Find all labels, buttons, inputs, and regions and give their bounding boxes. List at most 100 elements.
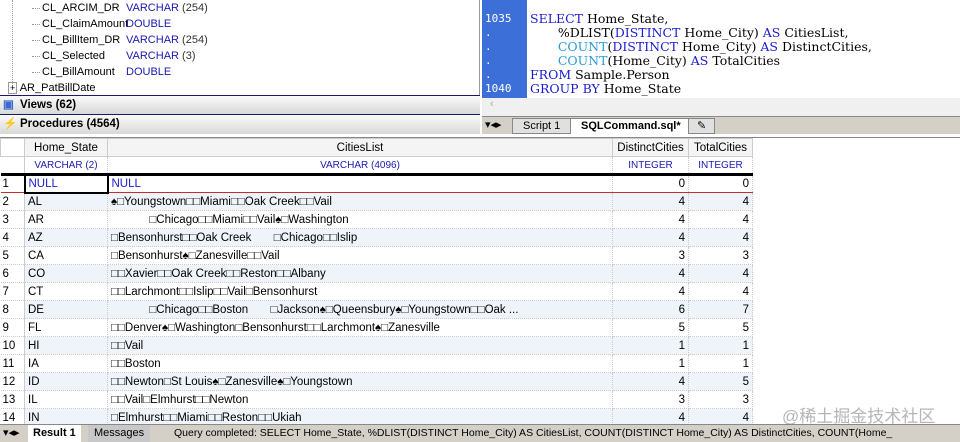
line-number: . xyxy=(485,26,492,39)
table-cell[interactable]: □□Vail xyxy=(107,336,613,355)
table-cell[interactable]: AR xyxy=(24,210,108,229)
table-cell[interactable]: IA xyxy=(24,354,108,373)
column-header[interactable]: TotalCities xyxy=(688,138,753,157)
table-cell[interactable]: 4 xyxy=(688,210,753,229)
tab-messages[interactable]: Messages xyxy=(88,425,151,442)
tree-connector xyxy=(32,8,40,9)
table-cell[interactable]: 1 xyxy=(688,354,753,373)
table-row[interactable]: 12 ID □□Newton□St Louis♠□Zanesville♠□Young… xyxy=(0,372,753,391)
tab-nav-arrows[interactable]: ▾◂▸ xyxy=(485,118,502,131)
table-row[interactable]: 9 FL □□Denver♠□Washington□Bensonhurst□□Lar… xyxy=(0,318,753,337)
table-cell[interactable]: AZ xyxy=(24,228,108,247)
result-nav-arrows[interactable]: ▾◂▸ xyxy=(3,425,20,442)
tree-column-item[interactable]: CL_ARCIM_DR VARCHAR (254) xyxy=(0,0,480,16)
table-cell[interactable]: 5 xyxy=(612,318,689,337)
table-cell[interactable]: DE xyxy=(24,300,108,319)
table-cell[interactable]: □□Vail□Elmhurst□□Newton xyxy=(107,390,613,409)
table-row[interactable]: 10 HI □□Vail 1 1 xyxy=(0,336,753,355)
row-number: 10 xyxy=(0,336,25,355)
table-row[interactable]: 11 IA □□Boston 1 1 xyxy=(0,354,753,373)
table-cell[interactable]: 1 xyxy=(612,336,689,355)
table-cell[interactable]: 0 xyxy=(612,174,689,193)
new-tab-button[interactable]: ✎ xyxy=(688,118,716,134)
table-cell[interactable]: □Bensonhurst□□Oak Creek □Chicago□□Islip xyxy=(107,228,613,247)
table-cell[interactable]: □□Boston xyxy=(107,354,613,373)
table-row[interactable]: 4 AZ □Bensonhurst□□Oak Creek □Chicago□□Isl… xyxy=(0,228,753,247)
table-row[interactable]: 5 CA □Bensonhurst♠□Zanesville□□Vail 3 3 xyxy=(0,246,753,265)
table-cell[interactable]: □□Xavier□□Oak Creek□□Reston□□Albany xyxy=(107,264,613,283)
table-row[interactable]: 13 IL □□Vail□Elmhurst□□Newton 3 3 xyxy=(0,390,753,409)
tree-table-item[interactable]: + AR_PatBillDate xyxy=(8,80,96,96)
table-cell[interactable]: CA xyxy=(24,246,108,265)
tree-column-item[interactable]: CL_Selected VARCHAR (3) xyxy=(0,48,480,64)
table-cell[interactable]: ID xyxy=(24,372,108,391)
tab-result-1[interactable]: Result 1 xyxy=(28,425,81,442)
expand-icon[interactable]: + xyxy=(8,82,18,94)
tree-column-item[interactable]: CL_BillItem_DR VARCHAR (254) xyxy=(0,32,480,48)
table-cell[interactable]: 4 xyxy=(612,228,689,247)
table-cell[interactable]: 1 xyxy=(688,336,753,355)
table-cell[interactable]: AL xyxy=(24,192,108,211)
line-number: . xyxy=(485,54,492,67)
table-cell[interactable]: CT xyxy=(24,282,108,301)
table-cell[interactable]: 4 xyxy=(612,372,689,391)
table-cell[interactable]: ♠□Youngstown□□Miami□□Oak Creek□□Vail xyxy=(107,192,613,211)
table-cell[interactable]: 4 xyxy=(688,264,753,283)
tree-column-item[interactable]: CL_BillAmount DOUBLE xyxy=(0,64,480,80)
tree-column-item[interactable]: CL_ClaimAmount DOUBLE xyxy=(0,16,480,32)
table-row[interactable]: 2 AL ♠□Youngstown□□Miami□□Oak Creek□□Vail 4… xyxy=(0,192,753,211)
table-cell[interactable]: 5 xyxy=(688,318,753,337)
tab-sqlcommand[interactable]: SQLCommand.sql* xyxy=(570,118,692,134)
table-row[interactable]: 8 DE □Chicago□□Boston □Jackson♠□Queensbur… xyxy=(0,300,753,319)
table-cell[interactable]: 4 xyxy=(612,264,689,283)
table-cell[interactable]: 4 xyxy=(612,282,689,301)
table-cell[interactable]: 3 xyxy=(688,246,753,265)
table-cell[interactable]: IL xyxy=(24,390,108,409)
table-cell[interactable]: NULL xyxy=(107,174,613,193)
table-cell[interactable]: FL xyxy=(24,318,108,337)
table-cell[interactable]: 7 xyxy=(688,300,753,319)
column-header[interactable]: Home_State xyxy=(24,138,108,157)
table-cell[interactable]: □Chicago□□Miami□□Vail♠□Washington xyxy=(107,210,613,229)
row-number: 8 xyxy=(0,300,25,319)
sql-editor[interactable]: 1035.... 1040 SELECT Home_State, %DLIST(D… xyxy=(482,0,960,116)
table-cell[interactable]: 4 xyxy=(612,210,689,229)
table-cell[interactable]: 4 xyxy=(688,192,753,211)
corner-cell[interactable] xyxy=(0,138,25,157)
result-grid[interactable]: Home_State CitiesList DistinctCities TotalC… xyxy=(0,137,960,427)
table-cell[interactable]: 0 xyxy=(688,174,753,193)
table-cell[interactable]: □Bensonhurst♠□Zanesville□□Vail xyxy=(107,246,613,265)
table-row[interactable]: 3 AR □Chicago□□Miami□□Vail♠□Washington 4 4 xyxy=(0,210,753,229)
line-number xyxy=(482,0,527,12)
table-row[interactable]: 1 NULL NULL 0 0 xyxy=(0,173,753,194)
line-number: 1035 xyxy=(485,12,512,25)
tree-connector xyxy=(32,40,40,41)
table-cell[interactable]: □Chicago□□Boston □Jackson♠□Queensbury♠□Y… xyxy=(107,300,613,319)
table-cell[interactable]: CO xyxy=(24,264,108,283)
column-header[interactable]: CitiesList xyxy=(107,138,613,157)
table-cell[interactable]: 3 xyxy=(612,390,689,409)
row-number: 7 xyxy=(0,282,25,301)
procedures-section[interactable]: ⚡ Procedures (4564) xyxy=(0,114,480,134)
table-cell[interactable]: 3 xyxy=(612,246,689,265)
table-cell[interactable]: □□Larchmont□□Islip□□Vail□Bensonhurst xyxy=(107,282,613,301)
tab-script-1[interactable]: Script 1 xyxy=(512,118,572,134)
table-cell[interactable]: 6 xyxy=(612,300,689,319)
table-cell[interactable]: NULL xyxy=(23,173,109,194)
views-section[interactable]: ▣ Views (62) xyxy=(0,95,480,114)
table-cell[interactable]: 4 xyxy=(688,282,753,301)
sql-code[interactable]: SELECT Home_State, %DLIST(DISTINCT Home_… xyxy=(530,12,872,96)
horizontal-scrollbar[interactable]: ‹ xyxy=(482,98,960,116)
table-cell[interactable]: 1 xyxy=(612,354,689,373)
table-cell[interactable]: 5 xyxy=(688,372,753,391)
table-cell[interactable]: HI xyxy=(24,336,108,355)
table-cell[interactable]: 3 xyxy=(688,390,753,409)
schema-tree[interactable]: CL_ARCIM_DR VARCHAR (254) CL_ClaimAmount DO… xyxy=(0,0,480,95)
table-cell[interactable]: □□Newton□St Louis♠□Zanesville♠□Youngstow… xyxy=(107,372,613,391)
table-row[interactable]: 6 CO □□Xavier□□Oak Creek□□Reston□□Albany 4 4 xyxy=(0,264,753,283)
table-row[interactable]: 7 CT □□Larchmont□□Islip□□Vail□Bensonhurst 4… xyxy=(0,282,753,301)
table-cell[interactable]: 4 xyxy=(688,228,753,247)
table-cell[interactable]: □□Denver♠□Washington□Bensonhurst□□Larchm… xyxy=(107,318,613,337)
column-header[interactable]: DistinctCities xyxy=(612,138,689,157)
table-cell[interactable]: 4 xyxy=(612,192,689,211)
